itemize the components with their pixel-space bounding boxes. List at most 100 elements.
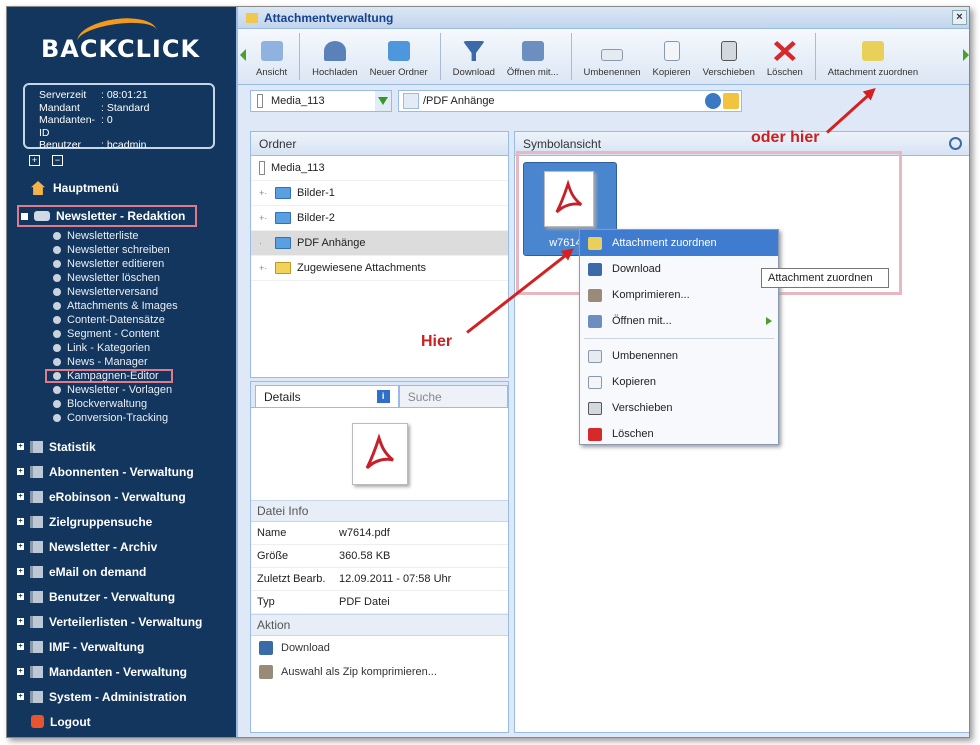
expand-all-icon[interactable]: + (29, 155, 40, 166)
subnav-item[interactable]: Segment - Content (53, 327, 178, 341)
nav-group[interactable]: + IMF - Verwaltung (17, 634, 202, 659)
view-icon (260, 41, 283, 61)
nav-group[interactable]: + Verteilerlisten - Verwaltung (17, 609, 202, 634)
subnav-label: Newsletter editieren (67, 258, 165, 270)
info-icon: i (376, 390, 390, 403)
ansicht-button[interactable]: Ansicht (250, 29, 293, 84)
loeschen-button[interactable]: Löschen (761, 29, 809, 84)
ansicht-label: Ansicht (256, 67, 288, 78)
up-folder-icon[interactable] (403, 93, 419, 109)
kopieren-button[interactable]: Kopieren (647, 29, 697, 84)
subnav-item[interactable]: Attachments & Images (53, 299, 178, 313)
scroll-right-icon[interactable] (963, 49, 969, 61)
chevron-down-icon[interactable] (375, 91, 391, 111)
ctx-komprimieren[interactable]: Komprimieren... (580, 282, 778, 308)
hochladen-button[interactable]: Hochladen (306, 29, 363, 84)
subnav-item[interactable]: Newsletterversand (53, 285, 178, 299)
expand-icon[interactable]: +· (259, 263, 269, 273)
bullet-icon (53, 358, 61, 366)
folder-label: Bilder-1 (297, 187, 335, 199)
subnav-item[interactable]: Newsletter löschen (53, 271, 178, 285)
nav-group[interactable]: + Mandanten - Verwaltung (17, 659, 202, 684)
download-label: Download (452, 67, 495, 78)
nav-group-label: Benutzer - Verwaltung (49, 589, 176, 604)
subnav-item[interactable]: Newsletterliste (53, 229, 178, 243)
cabinet-icon (30, 590, 43, 603)
action-title: Aktion (257, 618, 291, 632)
close-icon[interactable]: × (952, 10, 967, 25)
server-value: : bcadmin (101, 139, 147, 151)
ctx-attachment-zuordnen[interactable]: Attachment zuordnen (580, 230, 778, 256)
nav-newsletter-redaktion[interactable]: Newsletter - Redaktion (17, 205, 197, 227)
scroll-left-icon[interactable] (240, 49, 246, 61)
ctx-oeffnen[interactable]: Öffnen mit... (580, 308, 778, 334)
folder-item[interactable]: +· Zugewiesene Attachments (251, 256, 508, 281)
subnav-item[interactable]: Newsletter - Vorlagen (53, 383, 178, 397)
attachment-zuordnen-button[interactable]: Attachment zuordnen (822, 29, 924, 84)
tab-suche[interactable]: Suche (398, 385, 508, 407)
info-value: 360.58 KB (339, 550, 391, 562)
path-actions (705, 93, 739, 109)
zuordnen-label: Attachment zuordnen (827, 67, 919, 78)
ctx-umbenennen[interactable]: Umbenennen (580, 343, 778, 369)
subnav-item[interactable]: Conversion-Tracking (53, 411, 178, 425)
ctx-loeschen[interactable]: Löschen (580, 421, 778, 447)
expand-icon: + (17, 643, 24, 650)
ctx-label: Download (612, 263, 661, 275)
folder-root[interactable]: Media_113 (251, 156, 508, 181)
path-field[interactable]: /PDF Anhänge (398, 90, 742, 112)
neuer-ordner-button[interactable]: Neuer Ordner (364, 29, 434, 84)
subnav-item[interactable]: Newsletter schreiben (53, 243, 178, 257)
verschieben-label: Verschieben (702, 67, 755, 78)
nav-group[interactable]: + eMail on demand (17, 559, 202, 584)
ctx-download[interactable]: Download (580, 256, 778, 282)
subnav-item[interactable]: Content-Datensätze (53, 313, 178, 327)
expand-icon: + (17, 443, 24, 450)
subnav-label: Attachments & Images (67, 300, 178, 312)
cabinet-icon (30, 665, 43, 678)
nav-group[interactable]: + Statistik (17, 434, 202, 459)
tab-details[interactable]: Details i (255, 385, 399, 407)
nav-hauptmenue[interactable]: Hauptmenü (31, 181, 119, 195)
refresh-icon[interactable] (705, 93, 721, 109)
expand-icon[interactable]: +· (259, 213, 269, 223)
logout-label: Logout (50, 714, 91, 729)
umbenennen-button[interactable]: Umbenennen (578, 29, 647, 84)
ctx-kopieren[interactable]: Kopieren (580, 369, 778, 395)
nav-group[interactable]: + System - Administration (17, 684, 202, 709)
folder-item[interactable]: +· Bilder-1 (251, 181, 508, 206)
ctx-label: Kopieren (612, 376, 657, 388)
ctx-verschieben[interactable]: Verschieben (580, 395, 778, 421)
download-icon (462, 41, 485, 61)
nav-group[interactable]: + Newsletter - Archiv (17, 534, 202, 559)
subnav-item[interactable]: Newsletter editieren (53, 257, 178, 271)
subnav-item[interactable]: Blockverwaltung (53, 397, 178, 411)
nav-group[interactable]: + Zielgruppensuche (17, 509, 202, 534)
move-icon (720, 41, 737, 61)
media-select[interactable]: Media_113 (250, 90, 392, 112)
subnav-label: Link - Kategorien (67, 342, 151, 354)
action-download[interactable]: Download (251, 636, 508, 660)
oeffnen-button[interactable]: Öffnen mit... (501, 29, 565, 84)
zoom-icon[interactable] (949, 137, 962, 150)
nav-group[interactable]: + Abonnenten - Verwaltung (17, 459, 202, 484)
subnav-kampagnen-editor[interactable]: Kampagnen-Editor (45, 369, 173, 383)
folder-item[interactable]: +· Bilder-2 (251, 206, 508, 231)
expand-icon: + (17, 543, 24, 550)
subnav-item[interactable]: News - Manager (53, 355, 178, 369)
action-zip[interactable]: Auswahl als Zip komprimieren... (251, 660, 508, 684)
expand-icon[interactable]: +· (259, 188, 269, 198)
download-button[interactable]: Download (447, 29, 501, 84)
collapse-all-icon[interactable]: − (52, 155, 63, 166)
subnav-item[interactable]: Link - Kategorien (53, 341, 178, 355)
expand-icon: + (17, 468, 24, 475)
nav-group[interactable]: + Benutzer - Verwaltung (17, 584, 202, 609)
cabinet-icon (30, 440, 43, 453)
verschieben-button[interactable]: Verschieben (697, 29, 761, 84)
favorite-icon[interactable] (723, 93, 739, 109)
nav-logout[interactable]: Logout (17, 709, 202, 734)
folder-item-selected[interactable]: · PDF Anhänge (251, 231, 508, 256)
nav-group[interactable]: + eRobinson - Verwaltung (17, 484, 202, 509)
download-icon (588, 262, 602, 276)
bullet-icon (53, 400, 61, 408)
